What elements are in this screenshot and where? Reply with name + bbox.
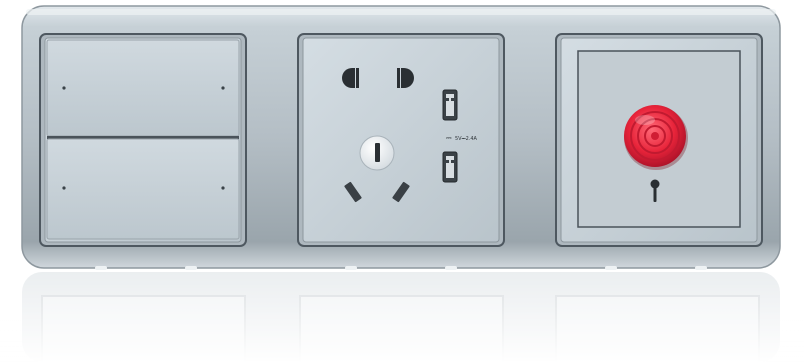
emergency-button-module	[555, 33, 763, 247]
switch-key-top[interactable]	[46, 39, 240, 137]
usb-rating-label: ⎓ 5V⎓2.4A	[446, 134, 478, 142]
indicator-dot	[221, 186, 225, 190]
switch-key-bottom[interactable]	[46, 138, 240, 240]
earth-pin-hole	[375, 143, 380, 162]
wall-plate-scene: ⎓ 5V⎓2.4A	[0, 5, 804, 362]
socket-usb-module: ⎓ 5V⎓2.4A	[297, 33, 505, 247]
indicator-dot	[62, 186, 66, 190]
indicator-dot	[62, 86, 66, 90]
usb-label: 5V⎓2.4A	[455, 136, 478, 142]
dc-rating-icon: ⎓	[446, 134, 452, 142]
usb-port-bottom[interactable]	[442, 151, 458, 183]
floor-reflection	[0, 270, 804, 362]
two-gang-switch-module	[39, 33, 247, 247]
usb-port-top[interactable]	[442, 89, 458, 121]
indicator-dot	[221, 86, 225, 90]
